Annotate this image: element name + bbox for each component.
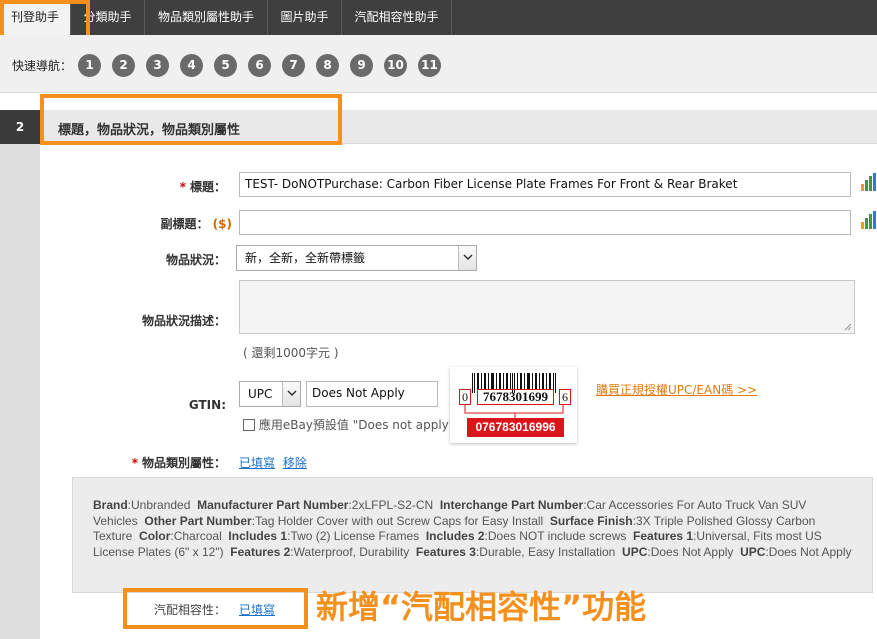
tab-image-assistant[interactable]: 圖片助手 <box>268 0 342 35</box>
subtitle-price-tag: ($) <box>212 217 232 231</box>
spec-color: Color:Charcoal <box>139 529 222 543</box>
item-specifics-filled-link[interactable]: 已填寫 <box>239 456 275 470</box>
quick-nav-bar: 快速導航： 1 2 3 4 5 6 7 8 9 10 11 <box>0 35 877 93</box>
item-specifics-actions: 已填寫 移除 <box>239 454 307 471</box>
tab-label: 分類助手 <box>83 10 132 24</box>
spec-features-3: Features 3:Durable, Easy Installation <box>415 544 616 559</box>
step-number: 2 <box>0 110 40 144</box>
bar-chart-icon[interactable] <box>860 172 877 192</box>
required-mark: * <box>179 180 186 194</box>
barcode-middle-digits: 7678301699 <box>477 389 554 405</box>
tab-compatibility-assistant[interactable]: 汽配相容性助手 <box>342 0 452 35</box>
title-label-text: 標題： <box>189 180 226 194</box>
item-specifics-label-text: 物品類別屬性： <box>141 456 226 470</box>
quick-nav-7[interactable]: 7 <box>282 54 305 77</box>
tab-category-assistant[interactable]: 分類助手 <box>71 0 145 35</box>
subtitle-label-text: 副標題： <box>160 217 209 231</box>
condition-desc-label: 物品狀況描述： <box>141 314 226 328</box>
chevron-down-icon <box>458 246 476 270</box>
spec-brand: Brand:Unbranded <box>93 498 191 512</box>
compatibility-label: 汽配相容性： <box>153 603 226 617</box>
quick-nav-2[interactable]: 2 <box>112 54 135 77</box>
spec-other-part: Other Part Number:Tag Holder Cover with … <box>144 513 544 528</box>
gtin-type-value: UPC <box>248 387 273 401</box>
chevron-down-icon <box>282 382 300 406</box>
title-input[interactable]: TEST- DoNOTPurchase: Carbon Fiber Licens… <box>239 172 851 197</box>
quick-nav-5[interactable]: 5 <box>214 54 237 77</box>
item-specifics-label: * 物品類別屬性： <box>110 454 226 471</box>
quick-nav-8[interactable]: 8 <box>316 54 339 77</box>
tab-label: 物品類別屬性助手 <box>157 10 254 24</box>
barcode-connector-lines <box>464 405 564 419</box>
buy-upc-link[interactable]: 購買正規授權UPC/EAN碼 >> <box>596 381 757 398</box>
quick-nav-11[interactable]: 11 <box>418 54 441 77</box>
barcode-right-digit: 6 <box>559 389 571 405</box>
bar-chart-icon[interactable] <box>860 210 877 230</box>
section-header: 標題，物品狀況，物品類別屬性 <box>42 110 877 144</box>
barcode-full-code: 076783016996 <box>467 418 564 437</box>
ebay-default-label: 應用eBay預設值 "Does not apply" <box>258 418 455 432</box>
quick-nav-6[interactable]: 6 <box>248 54 271 77</box>
quick-nav-3[interactable]: 3 <box>146 54 169 77</box>
feature-caption: 新增“汽配相容性”功能 <box>316 588 647 626</box>
ebay-default-option[interactable]: 應用eBay預設值 "Does not apply" <box>243 416 454 433</box>
remaining-chars: ( 還剩1000字元 ) <box>243 346 339 360</box>
required-mark: * <box>131 456 138 470</box>
spec-includes-2: Includes 2:Does NOT include screws <box>425 529 627 543</box>
condition-desc-textarea[interactable] <box>239 280 855 334</box>
section-title: 標題，物品狀況，物品類別屬性 <box>58 123 241 138</box>
tab-listing-assistant[interactable]: 刊登助手 <box>0 0 71 35</box>
condition-select[interactable]: 新，全新，全新帶標籤 <box>236 245 477 271</box>
gtin-value-input[interactable]: Does Not Apply <box>306 381 438 407</box>
spec-upc: UPC:Does Not Apply <box>740 544 852 559</box>
spec-features-2: Features 2:Waterproof, Durability <box>230 544 410 559</box>
spec-includes-1: Includes 1:Two (2) License Frames <box>228 529 420 543</box>
gtin-label: GTIN: <box>188 398 226 412</box>
compatibility-filled-link[interactable]: 已填寫 <box>239 601 275 618</box>
item-specifics-remove-link[interactable]: 移除 <box>283 456 307 470</box>
step-column-bar <box>0 144 40 639</box>
title-label: * 標題： <box>150 178 226 195</box>
spec-upc: UPC:Does Not Apply <box>622 544 734 559</box>
step-column: 2 <box>0 110 40 639</box>
item-specifics-summary: Brand:Unbranded Manufacturer Part Number… <box>72 477 873 593</box>
gtin-type-select[interactable]: UPC <box>239 381 301 407</box>
quick-nav-9[interactable]: 9 <box>350 54 373 77</box>
spec-mpn: Manufacturer Part Number:2xLFPL-S2-CN <box>197 498 434 512</box>
condition-label: 物品狀況： <box>165 253 226 267</box>
condition-selected-value: 新，全新，全新帶標籤 <box>245 251 366 265</box>
tab-label: 汽配相容性助手 <box>354 10 439 24</box>
quick-nav-label: 快速導航： <box>12 59 73 73</box>
barcode-left-digit: 0 <box>459 389 471 405</box>
tab-item-specifics-assistant[interactable]: 物品類別屬性助手 <box>145 0 268 35</box>
tab-label: 圖片助手 <box>280 10 329 24</box>
quick-nav-10[interactable]: 10 <box>384 54 407 77</box>
quick-nav-4[interactable]: 4 <box>180 54 203 77</box>
tab-label: 刊登助手 <box>10 10 59 24</box>
ebay-default-checkbox[interactable] <box>243 419 255 431</box>
quick-nav-1[interactable]: 1 <box>78 54 101 77</box>
resize-handle-icon[interactable] <box>844 323 852 331</box>
top-tab-bar: 刊登助手 分類助手 物品類別屬性助手 圖片助手 汽配相容性助手 <box>0 0 877 35</box>
subtitle-input[interactable] <box>239 210 851 235</box>
subtitle-label: 副標題： ($) <box>150 215 232 232</box>
